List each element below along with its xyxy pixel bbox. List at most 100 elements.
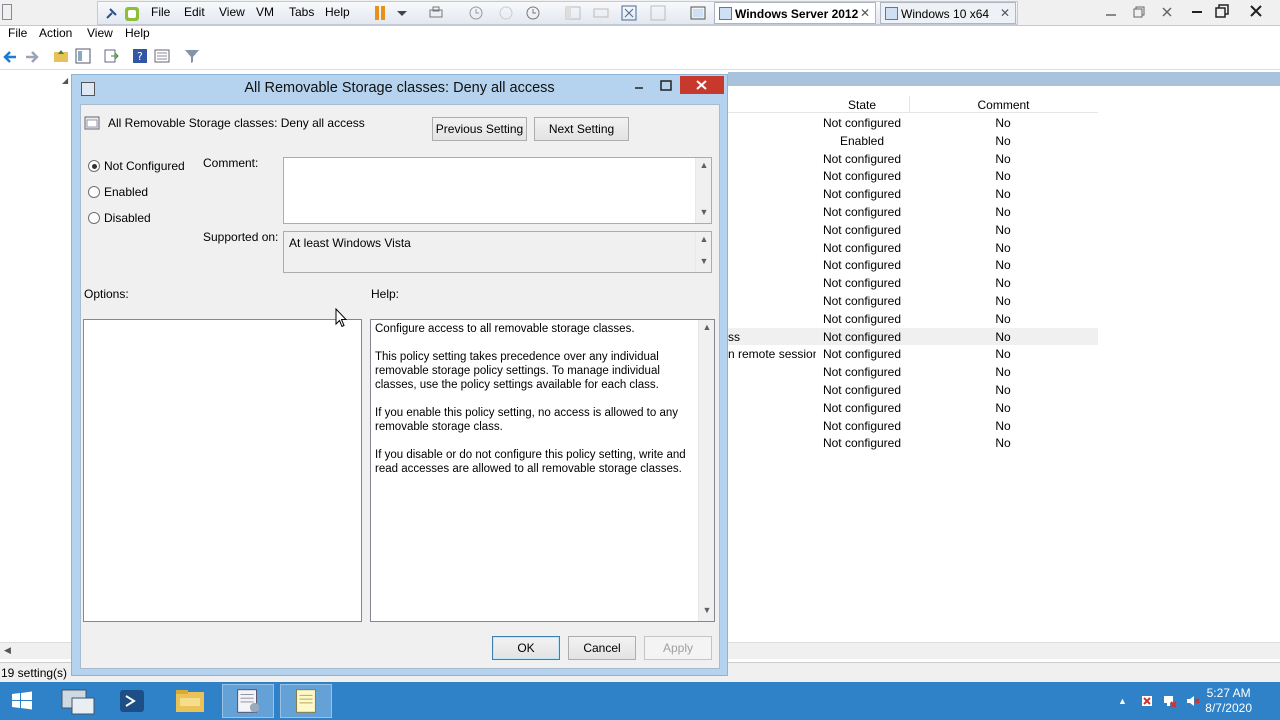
list-item[interactable]: Not configured No [728,274,1098,292]
scroll-down-icon[interactable]: ▼ [699,605,715,619]
filter-icon[interactable] [184,48,200,64]
pause-icon[interactable] [372,5,388,21]
list-item[interactable]: Not configured No [728,221,1098,239]
snapshot-manager-icon[interactable] [525,5,541,21]
options-pane[interactable] [83,319,362,622]
vm-menu-help[interactable]: Help [325,5,350,19]
radio-disabled[interactable] [88,212,100,224]
scroll-up-icon[interactable]: ▲ [696,160,712,174]
system-clock[interactable]: 5:27 AM 8/7/2020 [1205,686,1252,716]
minimize-icon[interactable] [1190,5,1204,19]
radio-not-configured-label[interactable]: Not Configured [104,159,185,173]
chevron-down-icon[interactable] [394,5,410,21]
tab-windows-server-2012[interactable]: Windows Server 2012 ✕ [714,2,876,24]
start-button[interactable] [0,684,44,718]
list-item[interactable]: Not configured No [728,381,1098,399]
network-icon[interactable] [1163,694,1177,708]
comment-scrollbar[interactable]: ▲ ▼ [695,158,711,223]
list-item[interactable]: Not configured No [728,185,1098,203]
guest-minimize-icon[interactable] [1105,6,1117,18]
list-horizontal-scrollbar[interactable] [728,642,1280,659]
pin-icon[interactable] [103,6,119,22]
list-item[interactable]: Not configured No [728,363,1098,381]
show-hidden-icons-icon[interactable]: ▲ [1118,696,1132,710]
notepad-icon[interactable] [280,684,332,718]
forward-arrow-icon[interactable] [24,49,40,65]
list-item[interactable]: ss Not configured No [728,327,1098,346]
file-explorer-icon[interactable] [164,684,216,718]
policy-editor-icon[interactable] [222,684,274,718]
vm-menu-view[interactable]: View [219,5,245,19]
tab-windows-10-x64[interactable]: Windows 10 x64 ✕ [880,2,1016,24]
apply-button[interactable]: Apply [644,636,712,660]
dialog-minimize-icon[interactable] [629,78,649,94]
sidebar-toggle-icon[interactable] [565,5,581,21]
tree-horizontal-scrollbar[interactable]: ◀ [0,642,72,659]
list-item[interactable]: Not configured No [728,256,1098,274]
guest-close-icon[interactable] [1161,6,1173,18]
revert-snapshot-icon[interactable] [498,5,514,21]
dialog-close-button[interactable] [680,76,724,94]
previous-setting-button[interactable]: Previous Setting [432,117,527,141]
menu-help[interactable]: Help [125,26,150,40]
back-arrow-icon[interactable] [2,49,18,65]
cancel-button[interactable]: Cancel [568,636,636,660]
list-item[interactable]: Not configured No [728,114,1098,132]
export-list-icon[interactable] [103,48,119,64]
column-header-comment[interactable]: Comment [909,98,1098,112]
list-item[interactable]: Not configured No [728,292,1098,310]
radio-not-configured[interactable] [88,160,100,172]
list-item[interactable]: Not configured No [728,167,1098,185]
tree-collapse-icon[interactable]: ◢ [62,76,68,85]
send-ctrl-alt-del-icon[interactable] [428,5,444,21]
list-item[interactable]: Not configured No [728,434,1098,452]
menu-file[interactable]: File [8,26,27,40]
list-item[interactable]: Not configured No [728,150,1098,168]
console-view-icon[interactable] [690,5,706,21]
scroll-up-icon[interactable]: ▲ [696,234,712,248]
menu-view[interactable]: View [87,26,113,40]
console-tree[interactable]: ◢ [0,72,72,642]
snapshot-icon[interactable] [468,5,484,21]
thumbnail-icon[interactable] [593,5,609,21]
action-center-icon[interactable] [1140,694,1154,708]
list-item[interactable]: Not configured No [728,399,1098,417]
list-item[interactable]: n remote sessions Not configured No [728,345,1098,363]
list-item[interactable]: Enabled No [728,132,1098,150]
menu-action[interactable]: Action [39,26,72,40]
volume-icon[interactable] [1186,694,1200,708]
radio-disabled-label[interactable]: Disabled [104,211,151,225]
tab-close-icon[interactable]: ✕ [1000,6,1010,20]
dialog-titlebar[interactable]: All Removable Storage classes: Deny all … [72,75,727,103]
vmware-logo-icon[interactable] [124,6,140,22]
ok-button[interactable]: OK [492,636,560,660]
restore-icon[interactable] [1215,4,1229,18]
scroll-left-icon[interactable]: ◀ [4,645,11,656]
scroll-up-icon[interactable]: ▲ [699,322,715,336]
scroll-down-icon[interactable]: ▼ [696,256,712,270]
tab-close-icon[interactable]: ✕ [860,6,870,20]
vm-menu-file[interactable]: File [151,5,170,19]
list-item[interactable]: Not configured No [728,203,1098,221]
vm-menu-edit[interactable]: Edit [184,5,205,19]
fullscreen-icon[interactable] [621,5,637,21]
help-icon[interactable]: ? [132,48,148,64]
list-item[interactable]: Not configured No [728,239,1098,257]
supported-on-scrollbar[interactable]: ▲ ▼ [695,232,711,272]
server-manager-icon[interactable] [52,684,104,718]
powershell-icon[interactable] [106,684,158,718]
comment-field[interactable]: ▲ ▼ [283,157,712,224]
up-folder-icon[interactable] [53,48,69,64]
properties-icon[interactable] [154,48,170,64]
scroll-down-icon[interactable]: ▼ [696,207,712,221]
close-icon[interactable] [1249,4,1263,18]
next-setting-button[interactable]: Next Setting [534,117,629,141]
supported-on-field[interactable]: At least Windows Vista ▲ ▼ [283,231,712,273]
list-item[interactable]: Not configured No [728,310,1098,328]
unity-icon[interactable] [650,5,666,21]
radio-enabled[interactable] [88,186,100,198]
help-scrollbar[interactable]: ▲ ▼ [698,320,714,621]
vm-menu-vm[interactable]: VM [256,5,274,19]
guest-restore-icon[interactable] [1133,6,1145,18]
show-hide-tree-icon[interactable] [75,48,91,64]
